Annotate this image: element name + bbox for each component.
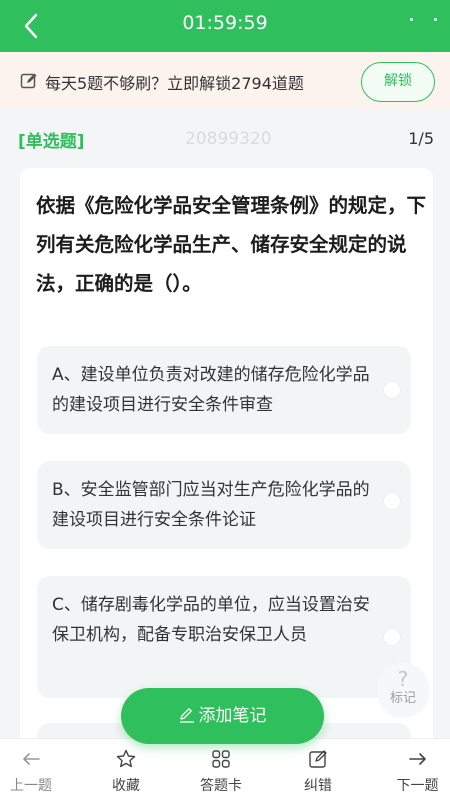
next-question-button[interactable]: 下一题 (385, 739, 450, 800)
unlock-button[interactable]: 解锁 (361, 62, 435, 102)
report-error-label: 纠错 (304, 778, 332, 794)
option-a-text: A、建设单位负责对改建的储存危险化学品的建设项目进行安全条件审查 (52, 365, 370, 415)
star-icon (116, 749, 136, 768)
mark-button[interactable]: ? 标记 (377, 662, 429, 718)
option-a[interactable]: A、建设单位负责对改建的储存危险化学品的建设项目进行安全条件审查 (37, 346, 411, 434)
option-c[interactable]: C、储存剧毒化学品的单位，应当设置治安保卫机构，配备专职治安保卫人员 (37, 576, 411, 698)
question-mark-icon: ? (397, 667, 409, 691)
answer-sheet-label: 答题卡 (200, 778, 242, 794)
arrow-right-icon (408, 753, 426, 765)
pen-icon (179, 708, 194, 723)
bottom-nav: 上一题 收藏 答题卡 纠错 下一题 (0, 738, 450, 800)
arrow-left-icon (23, 753, 40, 765)
question-stem: 依据《危险化学品安全管理条例》的规定，下列有关危险化学品生产、储存安全规定的说法… (36, 194, 427, 295)
next-question-label: 下一题 (396, 778, 439, 794)
add-note-label: 添加笔记 (198, 706, 267, 726)
countdown-timer: 01:59:59 (182, 12, 268, 34)
prev-question-label: 上一题 (10, 778, 52, 794)
question-type-label: [单选题] (18, 132, 85, 152)
report-error-button[interactable]: 纠错 (293, 739, 343, 800)
question-id-watermark: 20899320 (185, 129, 272, 149)
answer-sheet-button[interactable]: 答题卡 (192, 739, 250, 800)
option-c-radio[interactable] (383, 628, 401, 646)
edit-icon (20, 72, 38, 90)
top-bar: 01:59:59 (0, 0, 450, 52)
option-c-text: C、储存剧毒化学品的单位，应当设置治安保卫机构，配备专职治安保卫人员 (52, 595, 370, 645)
option-b-text: B、安全监管部门应当对生产危险化学品的建设项目进行安全条件论证 (52, 480, 370, 530)
edit-icon (309, 750, 327, 768)
prev-question-button[interactable]: 上一题 (0, 739, 62, 800)
option-b[interactable]: B、安全监管部门应当对生产危险化学品的建设项目进行安全条件论证 (37, 461, 411, 549)
status-dots-icon (404, 14, 440, 38)
grid-icon (212, 750, 230, 768)
mark-label: 标记 (389, 691, 416, 706)
favorite-button[interactable]: 收藏 (100, 739, 152, 800)
option-b-radio[interactable] (383, 492, 401, 510)
add-note-button[interactable]: 添加笔记 (121, 688, 324, 744)
question-progress: 1/5 (408, 129, 434, 148)
banner-text: 每天5题不够刷？立即解锁2794道题 (45, 74, 304, 93)
question-card: 依据《危险化学品安全管理条例》的规定，下列有关危险化学品生产、储存安全规定的说法… (20, 168, 433, 768)
option-a-radio[interactable] (383, 381, 401, 399)
favorite-label: 收藏 (112, 778, 140, 794)
